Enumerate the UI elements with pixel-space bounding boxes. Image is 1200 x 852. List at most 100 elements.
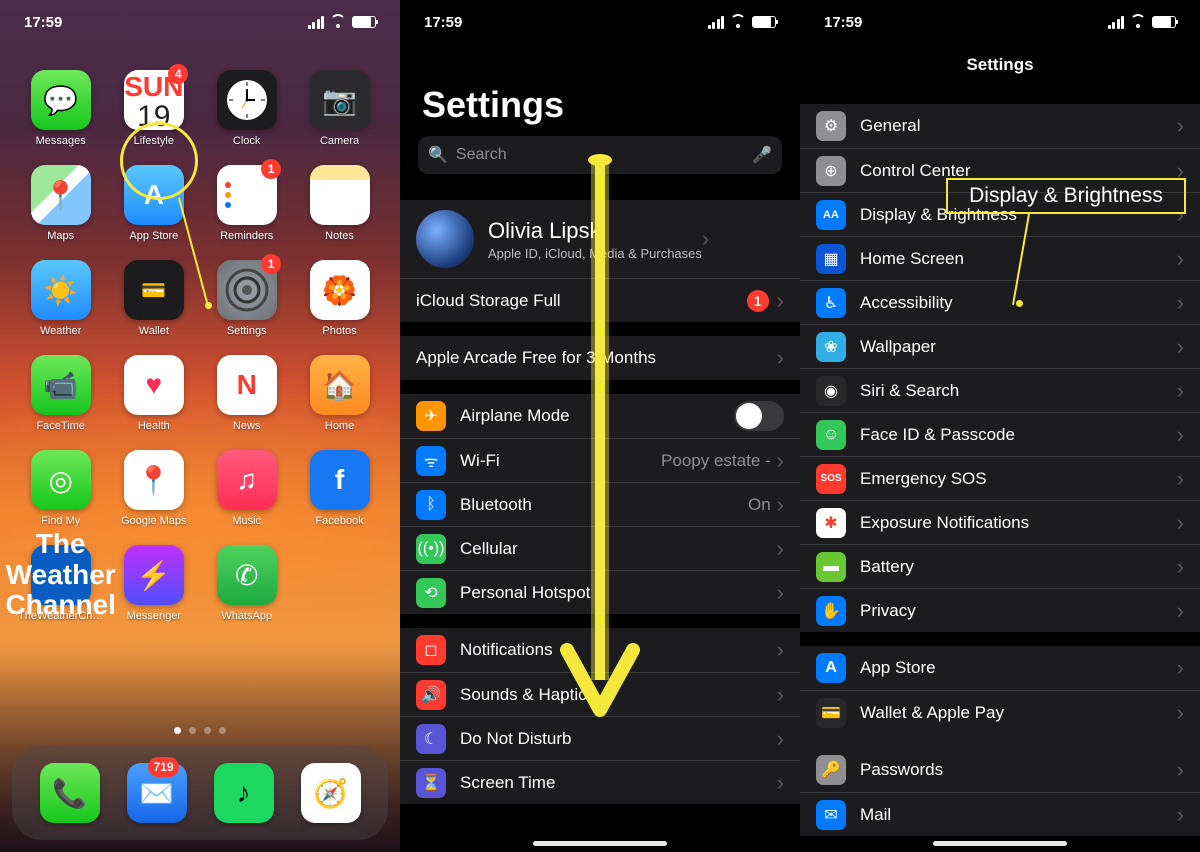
chevron-right-icon: ›	[1177, 246, 1184, 272]
badge: 719	[148, 757, 178, 777]
findmy-icon: ◎	[31, 450, 91, 510]
app-facebook[interactable]: fFacebook	[297, 450, 382, 527]
wallet-icon: 💳	[816, 698, 846, 728]
app-weather[interactable]: ☀️Weather	[18, 260, 103, 337]
facetime-icon: 📹	[31, 355, 91, 415]
app-whatsapp[interactable]: ✆WhatsApp	[204, 545, 289, 622]
dock-phone[interactable]: 📞	[40, 763, 100, 823]
row-mail[interactable]: ✉Mail›	[800, 792, 1200, 836]
app-reminders[interactable]: 1Reminders	[204, 165, 289, 242]
row-siri[interactable]: ◉Siri & Search›	[800, 368, 1200, 412]
app-maps[interactable]: 📍Maps	[18, 165, 103, 242]
row-wifi[interactable]: ᯤWi-FiPoopy estate -›	[400, 438, 800, 482]
toggle[interactable]	[734, 401, 784, 431]
health-icon: ♥	[124, 355, 184, 415]
icloud-storage-row[interactable]: iCloud Storage Full 1 ›	[400, 278, 800, 322]
privacy-icon: ✋	[816, 596, 846, 626]
messenger-icon: ⚡	[124, 545, 184, 605]
row-battery[interactable]: ▬Battery›	[800, 544, 1200, 588]
app-messenger[interactable]: ⚡Messenger	[111, 545, 196, 622]
chevron-right-icon: ›	[1177, 290, 1184, 316]
app-home[interactable]: 🏠Home	[297, 355, 382, 432]
search-field[interactable]: 🔍 Search 🎤	[418, 136, 782, 174]
dock-safari[interactable]: 🧭	[301, 763, 361, 823]
status-bar: 17:59	[400, 0, 800, 44]
apple-id-row[interactable]: Olivia LipskiApple ID, iCloud, Media & P…	[400, 200, 800, 278]
gear-icon: ⚙	[816, 111, 846, 141]
dock-mail[interactable]: 719✉️	[127, 763, 187, 823]
cellular-signal-icon	[308, 16, 325, 29]
row-sounds[interactable]: 🔊Sounds & Haptics›	[400, 672, 800, 716]
row-general[interactable]: ⚙General›	[800, 104, 1200, 148]
chevron-right-icon: ›	[777, 345, 784, 371]
home-indicator[interactable]	[933, 841, 1067, 846]
home-indicator[interactable]	[533, 841, 667, 846]
app-wallet[interactable]: 💳Wallet	[111, 260, 196, 337]
dock-spotify[interactable]: ♪	[214, 763, 274, 823]
app-camera[interactable]: 📷Camera	[297, 70, 382, 147]
notes-icon	[310, 165, 370, 225]
row-exposure[interactable]: ✱Exposure Notifications›	[800, 500, 1200, 544]
row-privacy[interactable]: ✋Privacy›	[800, 588, 1200, 632]
app-grid: 💬Messages 4 SUN19 Lifestyle Clock 📷Camer…	[0, 70, 400, 622]
wallet-icon: 💳	[124, 260, 184, 320]
row-dnd[interactable]: ☾Do Not Disturb›	[400, 716, 800, 760]
row-control-center[interactable]: ⊕Control Center›	[800, 148, 1200, 192]
chevron-right-icon: ›	[777, 726, 784, 752]
app-appstore[interactable]: AApp Store	[111, 165, 196, 242]
app-news[interactable]: NNews	[204, 355, 289, 432]
row-hotspot[interactable]: ⟲Personal Hotspot›	[400, 570, 800, 614]
status-bar: 17:59	[0, 0, 400, 44]
app-facetime[interactable]: 📹FaceTime	[18, 355, 103, 432]
row-accessibility[interactable]: ♿︎Accessibility›	[800, 280, 1200, 324]
apple-arcade-row[interactable]: Apple Arcade Free for 3 Months›	[400, 336, 800, 380]
dnd-icon: ☾	[416, 724, 446, 754]
badge: 4	[168, 64, 188, 84]
mic-icon[interactable]: 🎤	[752, 145, 772, 165]
app-weatherchannel[interactable]: TheWeatherChannelTheWeatherCh…	[18, 545, 103, 622]
app-photos[interactable]: 🏵️Photos	[297, 260, 382, 337]
row-wallpaper[interactable]: ❀Wallpaper›	[800, 324, 1200, 368]
settings-content[interactable]: Olivia LipskiApple ID, iCloud, Media & P…	[400, 186, 800, 852]
settings-content[interactable]: ⚙General› ⊕Control Center› AADisplay & B…	[800, 90, 1200, 852]
app-health[interactable]: ♥Health	[111, 355, 196, 432]
row-cellular[interactable]: ((•))Cellular›	[400, 526, 800, 570]
status-time: 17:59	[424, 14, 462, 31]
search-icon: 🔍	[428, 145, 448, 165]
music-icon: ♫	[217, 450, 277, 510]
airplane-icon: ✈	[416, 401, 446, 431]
row-faceid[interactable]: ☺Face ID & Passcode›	[800, 412, 1200, 456]
battery-icon	[352, 16, 376, 28]
battery-icon: ▬	[816, 552, 846, 582]
row-sos[interactable]: SOSEmergency SOS›	[800, 456, 1200, 500]
row-appstore[interactable]: AApp Store›	[800, 646, 1200, 690]
row-bluetooth[interactable]: ᛒBluetoothOn›	[400, 482, 800, 526]
app-notes[interactable]: Notes	[297, 165, 382, 242]
app-clock[interactable]: Clock	[204, 70, 289, 147]
row-wallet-pay[interactable]: 💳Wallet & Apple Pay›	[800, 690, 1200, 734]
app-music[interactable]: ♫Music	[204, 450, 289, 527]
badge: 1	[261, 254, 281, 274]
chevron-right-icon: ›	[777, 637, 784, 663]
cellular-signal-icon	[1108, 16, 1125, 29]
chevron-right-icon: ›	[1177, 598, 1184, 624]
chevron-right-icon: ›	[1177, 757, 1184, 783]
app-messages[interactable]: 💬Messages	[18, 70, 103, 147]
row-screentime[interactable]: ⏳Screen Time›	[400, 760, 800, 804]
mail-icon: ✉	[816, 800, 846, 830]
row-airplane[interactable]: ✈Airplane Mode	[400, 394, 800, 438]
badge: 1	[747, 290, 769, 312]
sounds-icon: 🔊	[416, 680, 446, 710]
row-display-brightness[interactable]: AADisplay & Brightness›	[800, 192, 1200, 236]
row-home-screen[interactable]: ▦Home Screen›	[800, 236, 1200, 280]
display-icon: AA	[816, 200, 846, 230]
app-settings[interactable]: 1 Settings	[204, 260, 289, 337]
row-passwords[interactable]: 🔑Passwords›	[800, 748, 1200, 792]
page-indicator[interactable]	[0, 727, 400, 734]
row-notifications[interactable]: ◻Notifications›	[400, 628, 800, 672]
app-calendar[interactable]: 4 SUN19 Lifestyle	[111, 70, 196, 147]
settings-main-screen: 17:59 Settings 🔍 Search 🎤 Olivia LipskiA…	[400, 0, 800, 852]
app-googlemaps[interactable]: 📍Google Maps	[111, 450, 196, 527]
chevron-right-icon: ›	[777, 770, 784, 796]
app-findmy[interactable]: ◎Find My	[18, 450, 103, 527]
